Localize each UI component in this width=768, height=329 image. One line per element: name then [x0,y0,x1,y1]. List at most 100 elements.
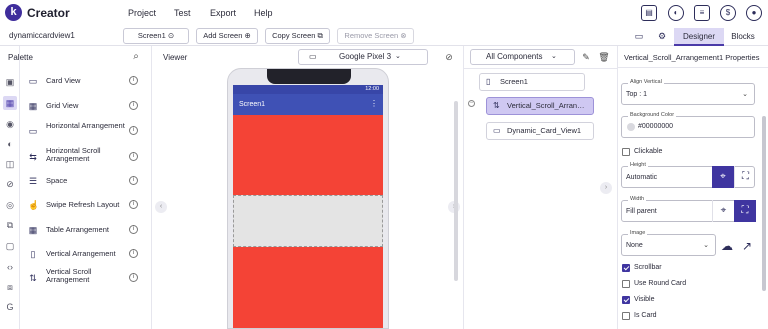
chevron-left-icon[interactable]: ‹ [155,201,167,213]
info-icon[interactable]: i [129,126,138,135]
vertical-arrangement-icon: ▯ [30,249,36,259]
chevron-circle-icon: ⊙ [167,31,175,40]
search-icon[interactable]: ⌕ [130,51,142,63]
info-icon[interactable]: i [129,225,138,234]
palette-item-space[interactable]: ☰ Space i [20,170,152,192]
add-screen-button[interactable]: Add Screen ⊕ [196,28,258,44]
menu-test[interactable]: Test [174,8,191,18]
tree-item-label: Dynamic_Card_View1 [507,126,582,135]
height-field[interactable]: Height Automatic ⌖ ⛶ [621,162,756,188]
grid-view-icon: ▦ [28,101,38,111]
upload-icon[interactable]: ☁ [719,238,735,254]
delete-icon[interactable]: 🗑 [598,51,610,63]
palette-item-vertical-arrangement[interactable]: ▯ Vertical Arrangement i [20,243,152,265]
status-time: 12:00 [365,86,379,92]
menu-help[interactable]: Help [254,8,273,18]
palette-item-grid-view[interactable]: ▦ Grid View i [20,94,152,116]
info-icon[interactable]: i [129,101,138,110]
settings-icon[interactable]: ⚙ [656,30,668,42]
background-color-field[interactable]: Background Color #00000000 [621,112,755,138]
palette-item-horizontal-scroll-arrangement[interactable]: ⇆ Horizontal Scroll Arrangement i [20,144,152,166]
menu-export[interactable]: Export [210,8,236,18]
brand-logo[interactable]: k [5,4,22,21]
layout-icon[interactable]: ▦ [3,96,17,110]
info-icon[interactable]: i [129,76,138,85]
dollar-icon[interactable]: $ [720,5,736,21]
info-icon[interactable]: i [129,200,138,209]
tree-item-vertical-scroll-arrangement1[interactable]: ⇅ Vertical_Scroll_Arrangement1 [486,97,594,115]
components-panel: All Components ⌄ ✎ 🗑 − ▯ Screen1 ⇅ Verti… [463,46,618,329]
scrollbar-checkbox[interactable] [622,264,630,272]
visible-checkbox[interactable] [622,296,630,304]
fullscreen-icon[interactable]: ⛶ [734,166,756,188]
phone-screen[interactable]: 12:00 Screen1 ⋮ [233,85,383,328]
properties-title: Vertical_Scroll_Arrangement1 Properties [624,53,760,62]
image-select[interactable]: Image None ⌄ [621,230,716,256]
tab-blocks[interactable]: Blocks [726,28,760,46]
user-interface-icon[interactable]: ▣ [3,75,17,89]
connectivity-icon[interactable]: ▢ [3,239,17,253]
menu-project[interactable]: Project [128,8,156,18]
media-icon[interactable]: ◉ [3,117,17,131]
components-filter-select[interactable]: All Components ⌄ [470,49,575,65]
storage-icon[interactable]: ⧉ [3,218,17,232]
palette-item-swipe-refresh-layout[interactable]: ☝ Swipe Refresh Layout i [20,194,152,216]
palette-icon[interactable]: ◐ [668,5,684,21]
user-icon[interactable]: ● [746,5,762,21]
width-field[interactable]: Width Fill parent ⌖ ⛶ [621,196,756,222]
fit-content-icon[interactable]: ⌖ [712,166,734,188]
extension-icon[interactable]: ⧈ [3,280,17,294]
device-select[interactable]: ▭ Google Pixel 3 ⌄ [298,49,428,65]
viewer-scrollbar[interactable] [454,101,458,281]
palette-item-label: Vertical Arrangement [46,249,116,258]
properties-scrollbar[interactable] [762,116,766,291]
tree-item-screen1[interactable]: ▯ Screen1 [479,73,585,91]
is-card-checkbox[interactable] [622,312,630,320]
fullscreen-icon[interactable]: ⛶ [734,200,756,222]
palette-header: Palette ⌕ [8,46,152,68]
add-screen-label: Add Screen [203,31,243,40]
tab-designer[interactable]: Designer [674,28,724,46]
sensors-icon[interactable]: ⊘ [3,177,17,191]
google-icon[interactable]: G [3,300,17,314]
align-vertical-select[interactable]: Align Vertical Top : 1 ⌄ [621,79,755,105]
more-vert-icon[interactable]: ⋮ [370,99,378,108]
visible-label: Visible [634,296,655,303]
palette-item-label: Grid View [46,101,79,110]
tablet-icon[interactable]: ▭ [633,30,645,42]
info-icon[interactable]: i [129,152,138,161]
palette-item-card-view[interactable]: ▭ Card View i [20,69,152,91]
info-icon[interactable]: i [129,273,138,282]
screen-select[interactable]: Screen1 ⊙ [123,28,189,44]
palette-item-label: Space [46,176,68,185]
screen-title: Screen1 [239,101,266,108]
palette-item-horizontal-arrangement[interactable]: ▭ Horizontal Arrangement i [20,118,152,140]
copy-screen-button[interactable]: Copy Screen ⧉ [265,28,330,44]
info-icon[interactable]: i [129,249,138,258]
horizontal-scroll-icon: ⇆ [29,152,37,162]
edit-icon[interactable]: ✎ [580,51,592,63]
palette-item-vertical-scroll-arrangement[interactable]: ⇅ Vertical Scroll Arrangement i [20,265,152,287]
drawing-icon[interactable]: ◐ [3,137,17,151]
clickable-checkbox[interactable] [622,148,630,156]
vertical-scroll-arrangement-preview[interactable] [233,195,383,247]
maps-icon[interactable]: ◫ [3,157,17,171]
remove-screen-button[interactable]: Remove Screen ⊗ [337,28,414,44]
palette-item-table-arrangement[interactable]: ▦ Table Arrangement i [20,219,152,241]
news-icon[interactable]: ≡ [694,5,710,21]
fit-content-icon[interactable]: ⌖ [712,200,734,222]
palette-item-label: Vertical Scroll Arrangement [46,267,92,284]
viewer-header: Viewer ▭ Google Pixel 3 ⌄ ⊘ [152,46,463,68]
brand-name: Creator [27,6,70,20]
info-icon[interactable]: i [129,176,138,185]
open-external-icon[interactable]: ↗ [739,238,755,254]
copy-screen-label: Copy Screen [272,31,316,40]
social-icon[interactable]: ◎ [3,198,17,212]
code-icon[interactable]: ‹› [3,260,17,274]
folder-icon[interactable]: ▤ [641,5,657,21]
collapse-icon[interactable]: − [468,100,475,107]
eye-off-icon[interactable]: ⊘ [443,51,455,63]
tree-item-dynamic-card-view1[interactable]: ▭ Dynamic_Card_View1 [486,122,594,140]
use-round-card-checkbox[interactable] [622,280,630,288]
chevron-right-icon[interactable]: › [600,182,612,194]
